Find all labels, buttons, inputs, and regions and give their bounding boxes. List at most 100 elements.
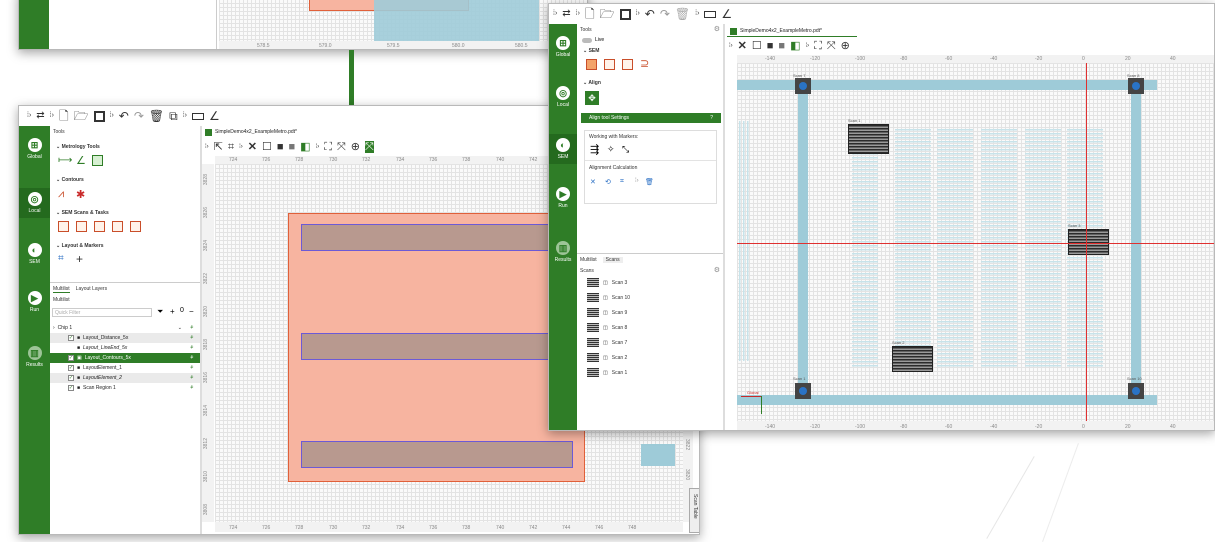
right-doc-tab[interactable]: SimpleDemo4x2_ExampleMetro.pdt* bbox=[727, 26, 857, 37]
undo-icon[interactable]: ↶ bbox=[119, 110, 129, 122]
save-icon[interactable] bbox=[619, 8, 631, 20]
tab-multilist[interactable]: Multilist bbox=[580, 257, 597, 263]
minus-icon[interactable]: − bbox=[189, 307, 194, 316]
new-file-icon[interactable]: 🗋 bbox=[585, 8, 595, 20]
scan-array-icon[interactable] bbox=[112, 221, 123, 232]
zoom-icon[interactable]: ⊕ bbox=[841, 40, 850, 52]
align-marker-bottom-right[interactable] bbox=[1128, 383, 1144, 399]
fit-align-icon[interactable]: ⌗ bbox=[620, 178, 624, 186]
fit-view-icon[interactable]: ⛶ bbox=[324, 141, 332, 153]
scan-point-icon[interactable] bbox=[76, 221, 87, 232]
rail-run-button[interactable]: ▶ Run bbox=[549, 187, 577, 209]
scan-list-item[interactable]: ◫ Scan 7 bbox=[587, 338, 627, 347]
scan-list-item[interactable]: ◫ Scan 1 bbox=[587, 368, 627, 377]
contours-section-header[interactable]: ⌄ Contours bbox=[56, 177, 84, 183]
rail-results-button[interactable]: ▥ Results bbox=[549, 241, 577, 263]
tree-row[interactable]: ✓ ■ Layout_Distance_5x ⚘ bbox=[50, 333, 200, 343]
tab-scans[interactable]: Scans bbox=[602, 257, 623, 263]
delete-icon[interactable]: 🗑 bbox=[149, 110, 164, 122]
rail-results-button[interactable]: ▥ Results bbox=[19, 346, 50, 368]
align-marker-top-right[interactable] bbox=[1128, 78, 1144, 94]
close-icon[interactable]: ✕ bbox=[248, 141, 257, 153]
area-tool-icon[interactable] bbox=[92, 155, 103, 166]
angle-icon[interactable]: ∠ bbox=[209, 110, 220, 122]
layout-markers-section-header[interactable]: ⌄ Layout & Markers bbox=[56, 243, 104, 249]
chevron-right-icon[interactable]: ⁞› bbox=[553, 8, 557, 20]
redo-icon[interactable]: ↷ bbox=[134, 110, 144, 122]
scan-table-tab[interactable]: Scan Table bbox=[689, 488, 699, 533]
add-marker-icon[interactable]: + bbox=[76, 252, 83, 266]
rectangle-icon[interactable] bbox=[704, 10, 717, 18]
layers-icon[interactable]: ◧ bbox=[300, 141, 310, 153]
undo-icon[interactable]: ↶ bbox=[645, 8, 655, 20]
sem-focus-icon[interactable]: ⊇ bbox=[640, 57, 649, 70]
chevron-right-icon[interactable]: ⁞› bbox=[636, 8, 640, 20]
expand-icon[interactable]: ⤧ bbox=[337, 141, 346, 153]
grey-square-icon[interactable]: ■ bbox=[289, 141, 296, 153]
align-marker-top-left[interactable] bbox=[795, 78, 811, 94]
sem-scan-icon[interactable] bbox=[586, 59, 597, 70]
tree-row[interactable]: ■ Layout_LineEnd_5x ⚘ bbox=[50, 343, 200, 353]
scan-image-top[interactable] bbox=[848, 124, 889, 154]
empty-square-icon[interactable]: ☐ bbox=[262, 141, 272, 153]
filter-icon[interactable]: ⏷ bbox=[157, 307, 163, 317]
zoom-region-icon[interactable]: ⤧ bbox=[364, 141, 374, 153]
rail-local-button[interactable]: ◎ Local bbox=[549, 86, 577, 108]
tree-row[interactable]: ✓ ■ Scan Region 1 ⚘ bbox=[50, 383, 200, 393]
rectangle-icon[interactable] bbox=[192, 112, 204, 120]
settings-icon[interactable]: ⚙ bbox=[714, 25, 720, 33]
tab-layout-layers[interactable]: Layout Layers bbox=[76, 286, 107, 293]
checkbox[interactable]: ✓ bbox=[68, 365, 74, 371]
swap-icon[interactable]: ⇄ bbox=[562, 8, 570, 20]
contour-tool-icon[interactable]: ⩘ bbox=[58, 188, 64, 201]
chevron-down-icon[interactable]: ⌄ bbox=[178, 325, 182, 331]
chevron-right-icon[interactable]: ⁞› bbox=[50, 110, 54, 122]
chevron-right-icon[interactable]: ⁞› bbox=[205, 141, 209, 153]
checkbox[interactable]: ✓ bbox=[68, 385, 74, 391]
chevron-right-icon[interactable]: ⁞› bbox=[729, 40, 733, 52]
rail-run-button[interactable]: ▶ Run bbox=[19, 291, 50, 313]
zoom-icon[interactable]: ⊕ bbox=[351, 141, 360, 153]
angle-icon[interactable]: ∠ bbox=[721, 8, 732, 20]
chevron-right-icon[interactable]: ⁞› bbox=[805, 40, 809, 52]
expand-icon[interactable]: ⤧ bbox=[827, 40, 836, 52]
panel-divider[interactable] bbox=[723, 24, 725, 430]
left-doc-tab[interactable]: SimpleDemo4x2_ExampleMetro.pdt* bbox=[202, 126, 342, 138]
rail-sem-button[interactable]: ◐ SEM bbox=[19, 243, 50, 265]
layout-bar-2[interactable] bbox=[301, 333, 573, 360]
sem-sweep-icon[interactable] bbox=[604, 59, 615, 70]
layout-marker-icon[interactable]: ⌗ bbox=[58, 253, 64, 264]
redo-icon[interactable]: ↷ bbox=[660, 8, 670, 20]
fit-select-icon[interactable]: ⌗ bbox=[228, 141, 234, 153]
chevron-right-icon[interactable]: ⁞› bbox=[635, 178, 639, 184]
marker-move-icon[interactable]: ⤡ bbox=[622, 144, 629, 155]
back-window-canvas[interactable] bbox=[219, 0, 587, 41]
filled-square-icon[interactable]: ■ bbox=[767, 40, 774, 52]
open-folder-icon[interactable]: 🗁 bbox=[600, 8, 615, 20]
rail-global-button[interactable]: ⊞ Global bbox=[549, 36, 577, 58]
live-toggle[interactable]: Live bbox=[582, 37, 604, 43]
help-icon[interactable]: ? bbox=[710, 115, 713, 121]
scan-list-item[interactable]: ◫ Scan 3 bbox=[587, 278, 627, 287]
scan-region-fragment[interactable] bbox=[641, 444, 675, 466]
fit-view-icon[interactable]: ⛶ bbox=[814, 40, 822, 52]
sem-step-icon[interactable] bbox=[622, 59, 633, 70]
layers-icon[interactable]: ◧ bbox=[790, 40, 800, 52]
tree-row[interactable]: ✓ ■ LayoutElement_1 ⚘ bbox=[50, 363, 200, 373]
scan-list-item[interactable]: ◫ Scan 2 bbox=[587, 353, 627, 362]
checkbox[interactable]: ✓ bbox=[68, 335, 74, 341]
sem-scans-section-header[interactable]: ⌄ SEM Scans & Tasks bbox=[56, 210, 109, 216]
scan-image-mid[interactable] bbox=[1068, 229, 1109, 255]
chevron-right-icon[interactable]: ⁞› bbox=[316, 141, 320, 153]
checkbox[interactable]: ✓ bbox=[68, 355, 74, 361]
rail-sem-button[interactable]: ◐ SEM bbox=[549, 134, 577, 164]
metrology-section-header[interactable]: ⌄ Metrology Tools bbox=[56, 144, 100, 150]
tab-multilist[interactable]: Multilist bbox=[53, 286, 70, 293]
rail-local-button[interactable]: ◎ Local bbox=[19, 188, 50, 218]
scan-list-item[interactable]: ◫ Scan 9 bbox=[587, 308, 627, 317]
scan-multi-icon[interactable] bbox=[130, 221, 141, 232]
chevron-right-icon[interactable]: › bbox=[53, 325, 55, 331]
clear-align-icon[interactable]: ✕ bbox=[590, 178, 596, 186]
close-icon[interactable]: ✕ bbox=[738, 40, 747, 52]
new-file-icon[interactable]: 🗋 bbox=[59, 110, 69, 122]
